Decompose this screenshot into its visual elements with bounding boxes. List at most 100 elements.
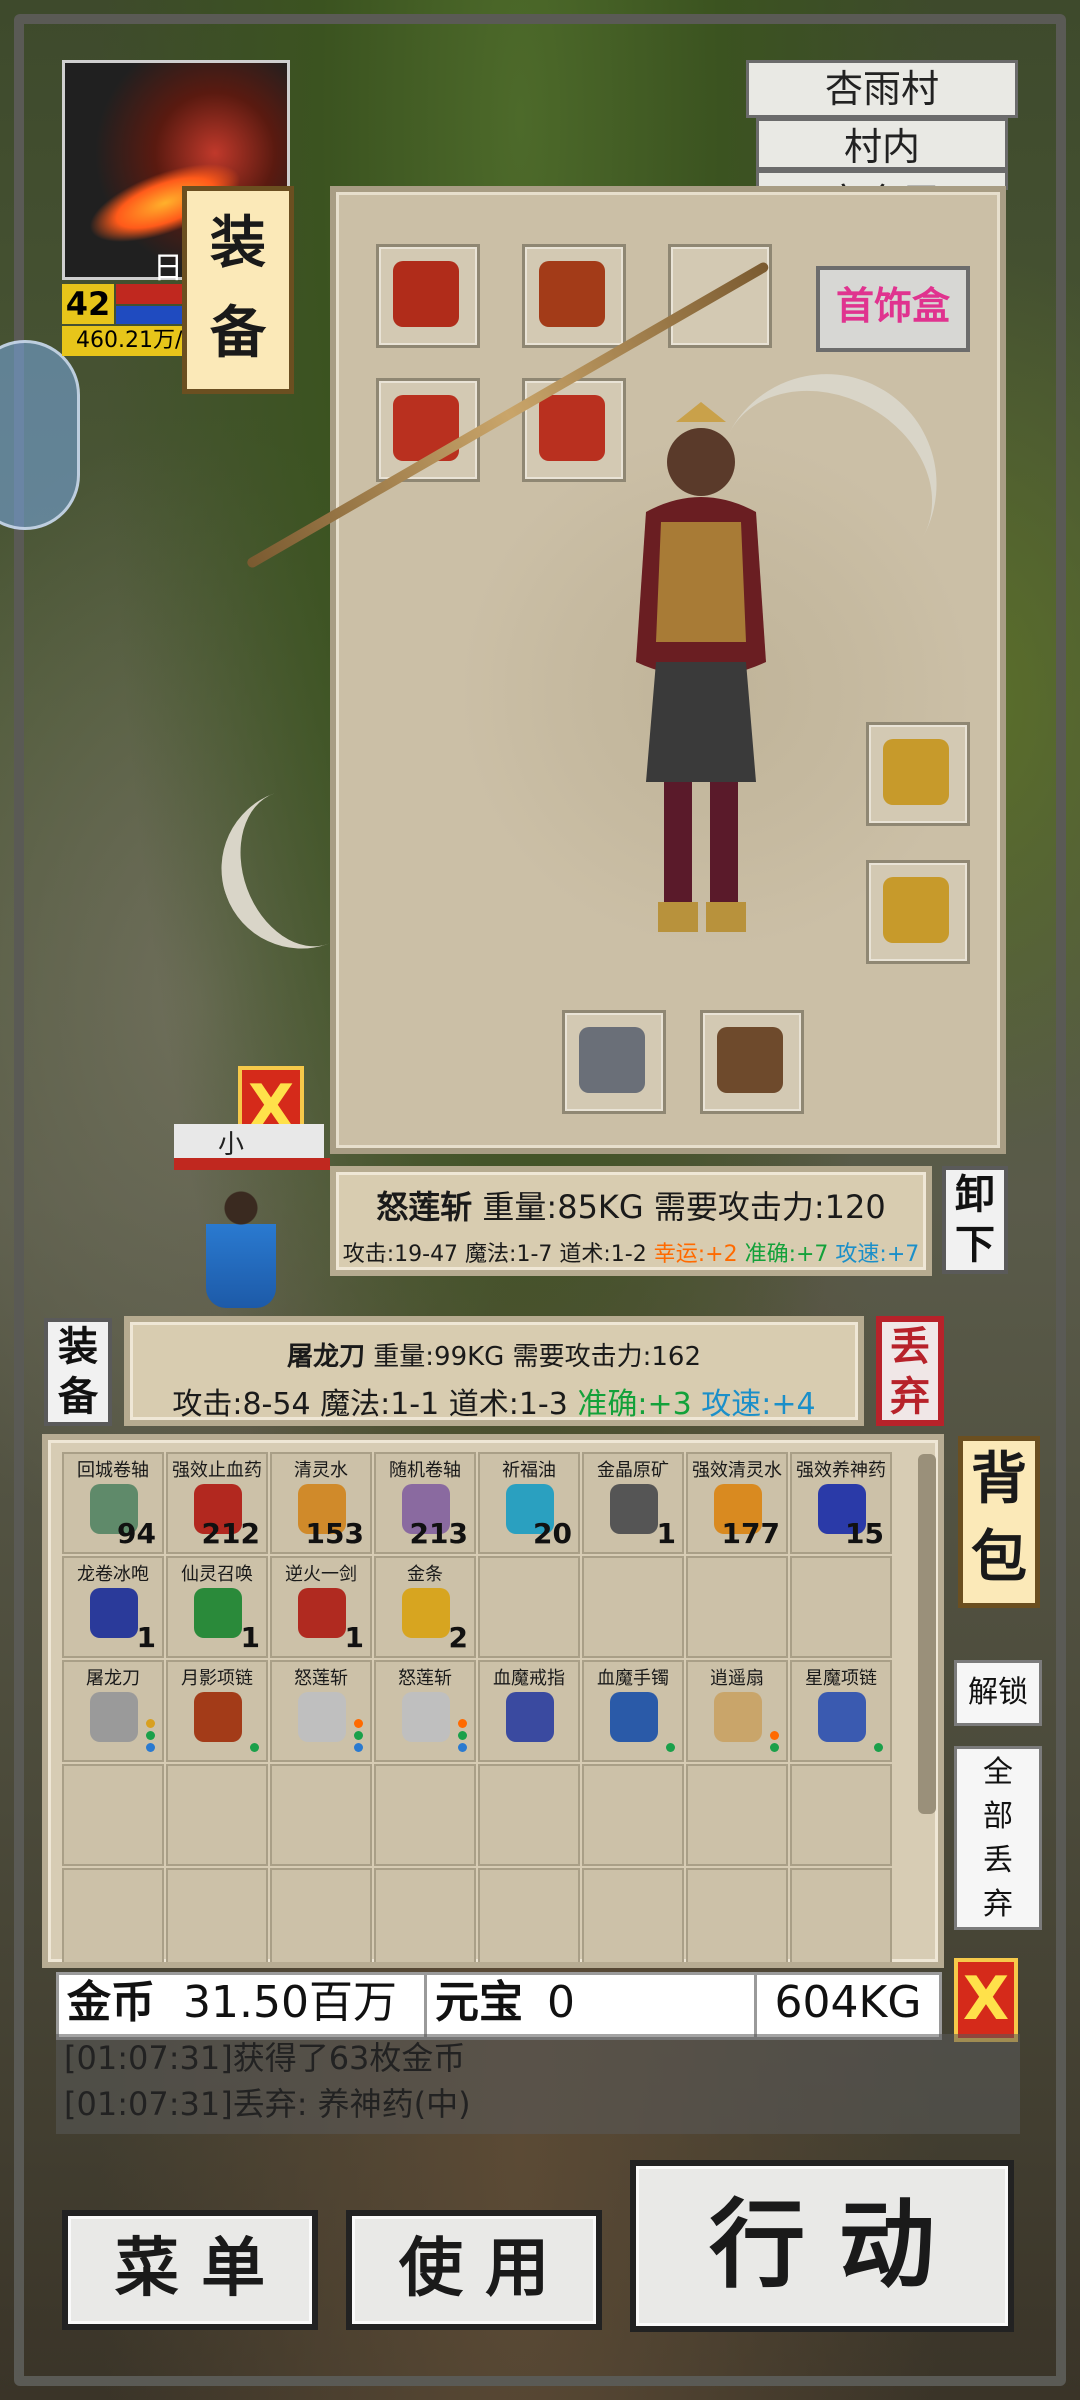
- message-log: [01:07:31]获得了63枚金币 [01:07:31]丢弃: 养神药(中): [56, 2034, 1020, 2134]
- bag-empty-slot[interactable]: [686, 1868, 788, 1962]
- ring-right-slot[interactable]: [866, 860, 970, 964]
- bag-item-slot[interactable]: 金条 2: [374, 1556, 476, 1658]
- bag-item-name: 血魔手镯: [597, 1668, 669, 1689]
- weight-value: 604KG: [774, 1977, 922, 2028]
- bag-item-slot[interactable]: 月影项链: [166, 1660, 268, 1762]
- equip-button[interactable]: 装 备: [44, 1318, 112, 1426]
- bag-empty-slot[interactable]: [166, 1764, 268, 1866]
- bag-item-slot[interactable]: 清灵水 153: [270, 1452, 372, 1554]
- necklace-icon: [539, 261, 605, 327]
- bag-item-slot[interactable]: 强效清灵水 177: [686, 1452, 788, 1554]
- bag-empty-slot[interactable]: [582, 1764, 684, 1866]
- discard-all-char: 全: [983, 1755, 1013, 1790]
- bag-item-icon: [610, 1484, 658, 1534]
- log-line: [01:07:31]丢弃: 养神药(中): [64, 2085, 471, 2123]
- bag-item-slot[interactable]: 强效止血药 212: [166, 1452, 268, 1554]
- bag-empty-slot[interactable]: [478, 1764, 580, 1866]
- bag-item-name: 星魔项链: [805, 1668, 877, 1689]
- bag-item-slot[interactable]: 屠龙刀: [62, 1660, 164, 1762]
- location-area[interactable]: 杏雨村: [746, 60, 1018, 118]
- bag-empty-slot[interactable]: [62, 1764, 164, 1866]
- ring-left-slot[interactable]: [866, 722, 970, 826]
- bag-item-slot[interactable]: 血魔手镯: [582, 1660, 684, 1762]
- bag-empty-slot[interactable]: [374, 1868, 476, 1962]
- currency-bar: 金币 31.50百万 元宝 0 604KG: [56, 1972, 942, 2040]
- bag-item-name: 月影项链: [181, 1668, 253, 1689]
- bag-item-name: 龙卷冰咆: [77, 1564, 149, 1585]
- bag-empty-slot[interactable]: [790, 1556, 892, 1658]
- bag-item-slot[interactable]: 逍遥扇: [686, 1660, 788, 1762]
- bag-item-slot[interactable]: 怒莲斩: [374, 1660, 476, 1762]
- bag-empty-slot[interactable]: [374, 1764, 476, 1866]
- bag-item-icon: [402, 1692, 450, 1742]
- bag-item-name: 强效清灵水: [692, 1460, 782, 1481]
- bag-item-slot[interactable]: 回城卷轴 94: [62, 1452, 164, 1554]
- floating-assist-icon[interactable]: [0, 340, 80, 530]
- bag-item-name: 强效养神药: [796, 1460, 886, 1481]
- npc-name-fragment: 小: [218, 1130, 245, 1160]
- bag-empty-slot[interactable]: [270, 1764, 372, 1866]
- equipped-item-info: 屠龙刀 重量:99KG 需要攻击力:162 攻击:8-54 魔法:1-1 道术:…: [124, 1316, 864, 1426]
- bag-item-slot[interactable]: 金晶原矿 1: [582, 1452, 684, 1554]
- bag-item-slot[interactable]: 血魔戒指: [478, 1660, 580, 1762]
- bag-item-count: 1: [656, 1517, 676, 1550]
- belt-icon: [579, 1027, 645, 1093]
- bag-tab[interactable]: 背 包: [958, 1436, 1040, 1608]
- bag-empty-slot[interactable]: [686, 1764, 788, 1866]
- unlock-button[interactable]: 解锁: [954, 1660, 1042, 1726]
- bag-empty-slot[interactable]: [582, 1868, 684, 1962]
- discard-all-button[interactable]: 全 部 丢 弃: [954, 1746, 1042, 1930]
- bag-item-quality-dots: [874, 1740, 884, 1752]
- bag-empty-slot[interactable]: [478, 1556, 580, 1658]
- jewelry-box-button[interactable]: 首饰盒: [816, 266, 970, 352]
- bag-item-slot[interactable]: 龙卷冰咆 1: [62, 1556, 164, 1658]
- bag-empty-slot[interactable]: [790, 1764, 892, 1866]
- bag-item-name: 金条: [407, 1564, 443, 1585]
- bag-item-icon: [194, 1588, 242, 1638]
- helmet-slot[interactable]: [376, 244, 480, 348]
- bag-empty-slot[interactable]: [478, 1868, 580, 1962]
- necklace-slot[interactable]: [522, 244, 626, 348]
- gold-box: 金币 31.50百万: [56, 1972, 434, 2040]
- bag-item-slot[interactable]: 星魔项链: [790, 1660, 892, 1762]
- gold-value: 31.50百万: [183, 1977, 397, 2028]
- bag-item-name: 金晶原矿: [597, 1460, 669, 1481]
- equip-char: 备: [58, 1374, 98, 1420]
- selected-item-weight: 重量:85KG: [482, 1188, 644, 1226]
- bag-item-icon: [818, 1692, 866, 1742]
- bag-empty-slot[interactable]: [686, 1556, 788, 1658]
- equipped-item-req: 需要攻击力:162: [512, 1342, 701, 1372]
- menu-button[interactable]: 菜 单: [62, 2210, 318, 2330]
- bag-item-quality-dots: [458, 1716, 468, 1752]
- bag-empty-slot[interactable]: [62, 1868, 164, 1962]
- action-button[interactable]: 行 动: [630, 2160, 1014, 2332]
- bag-empty-slot[interactable]: [582, 1556, 684, 1658]
- boots-slot[interactable]: [700, 1010, 804, 1114]
- bag-item-slot[interactable]: 怒莲斩: [270, 1660, 372, 1762]
- discard-button[interactable]: 丢 弃: [876, 1316, 944, 1426]
- bag-item-slot[interactable]: 祈福油 20: [478, 1452, 580, 1554]
- use-button[interactable]: 使 用: [346, 2210, 602, 2330]
- close-bag-button[interactable]: X: [954, 1958, 1018, 2042]
- yuanbao-label: 元宝: [435, 1977, 523, 2028]
- bag-item-slot[interactable]: 仙灵召唤 1: [166, 1556, 268, 1658]
- bag-empty-slot[interactable]: [270, 1868, 372, 1962]
- unequip-button[interactable]: 卸 下: [942, 1166, 1008, 1274]
- bag-item-slot[interactable]: 强效养神药 15: [790, 1452, 892, 1554]
- weight-box: 604KG: [754, 1972, 942, 2040]
- selected-item-stats: 攻击:19-47 魔法:1-7 道术:1-2: [342, 1242, 647, 1267]
- location-sub[interactable]: 村内: [756, 118, 1008, 170]
- helmet-icon: [393, 261, 459, 327]
- bag-empty-slot[interactable]: [166, 1868, 268, 1962]
- selected-item-luck: 幸运:+2: [653, 1242, 738, 1267]
- bag-item-slot[interactable]: 逆火一剑 1: [270, 1556, 372, 1658]
- bag-tab-char: 包: [971, 1525, 1027, 1590]
- equipment-tab[interactable]: 装 备: [182, 186, 294, 394]
- bag-item-name: 逆火一剑: [285, 1564, 357, 1585]
- selected-item-info: 怒莲斩 重量:85KG 需要攻击力:120 攻击:19-47 魔法:1-7 道术…: [330, 1166, 932, 1276]
- bag-scrollbar[interactable]: [918, 1454, 936, 1814]
- belt-slot[interactable]: [562, 1010, 666, 1114]
- bag-empty-slot[interactable]: [790, 1868, 892, 1962]
- bag-item-slot[interactable]: 随机卷轴 213: [374, 1452, 476, 1554]
- bag-item-quality-dots: [146, 1716, 156, 1752]
